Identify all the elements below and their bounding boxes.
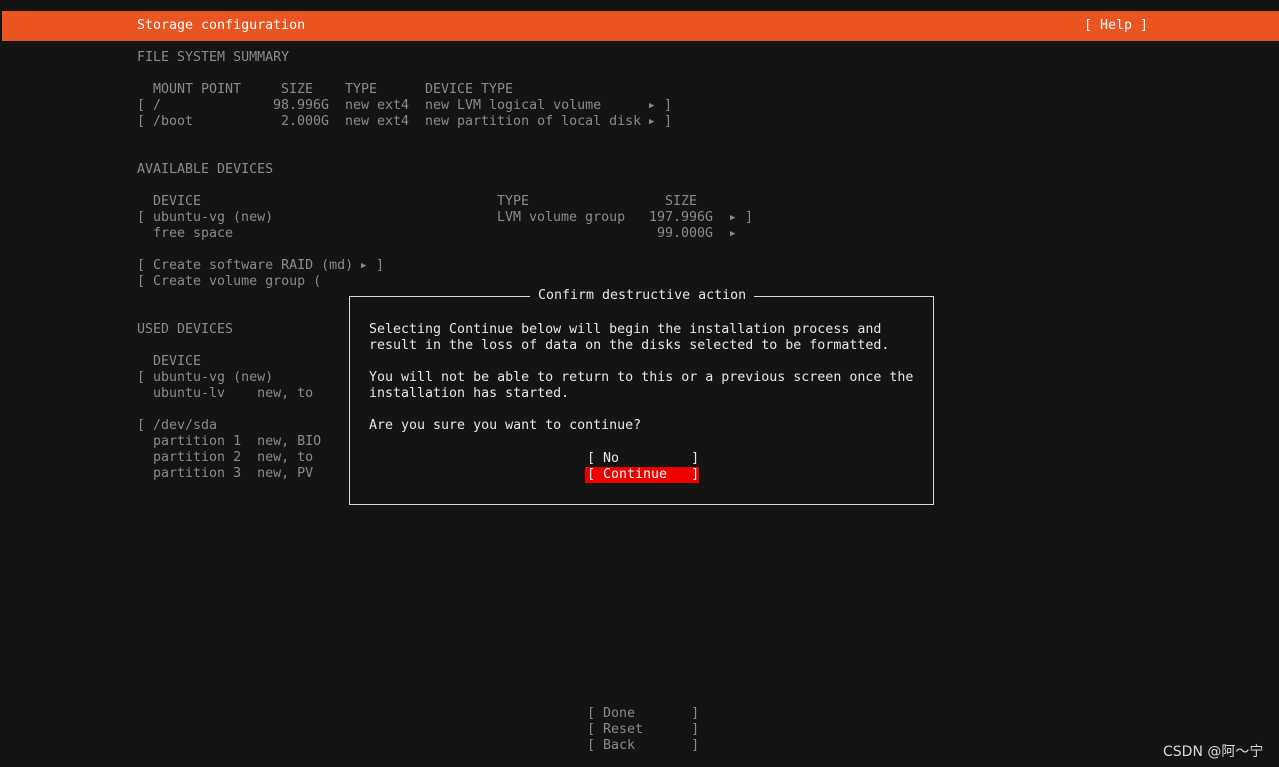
fs-type: new ext4 (345, 98, 410, 113)
col-type: TYPE (345, 82, 378, 97)
used-row-partition-1[interactable]: partition 1 new, BIO (137, 434, 321, 450)
dialog-title: Confirm destructive action (530, 288, 755, 304)
triangle-right-icon: ▶ (730, 213, 736, 223)
col-device: DEVICE (153, 354, 202, 369)
triangle-right-icon: ▶ (649, 101, 655, 111)
dialog-message-line: Selecting Continue below will begin the … (369, 322, 882, 337)
page-title: Storage configuration (137, 18, 306, 33)
create-raid-label: [ Create software RAID (md) (137, 258, 362, 273)
continue-button[interactable]: [ Continue ] (585, 467, 699, 483)
size: 98.996G (273, 98, 330, 113)
device-size: 197.996G (649, 210, 714, 225)
device-type: new partition of local disk (425, 114, 642, 129)
device-name: free space (153, 226, 234, 241)
row-open-bracket: [ (137, 114, 146, 129)
watermark: CSDN @阿～宁 (1163, 744, 1264, 760)
col-size: SIZE (281, 82, 314, 97)
row-open-bracket: [ (137, 98, 146, 113)
device-type: LVM volume group (497, 210, 626, 225)
done-button[interactable]: [ Done ] (587, 706, 699, 722)
available-heading: AVAILABLE DEVICES (137, 162, 274, 177)
help-button[interactable]: [ Help ] (1084, 18, 1148, 33)
fs-summary-heading: FILE SYSTEM SUMMARY (137, 50, 290, 65)
no-button[interactable]: [ No ] (587, 451, 699, 467)
row-close-bracket: ] (376, 258, 385, 273)
device-size: 99.000G (657, 226, 714, 241)
mount-point: /boot (153, 114, 194, 129)
col-size: SIZE (665, 194, 698, 209)
row-close-bracket: ] (664, 114, 673, 129)
used-heading: USED DEVICES (137, 322, 234, 337)
dialog-question: Are you sure you want to continue? (369, 418, 642, 433)
used-row-ubuntu-vg[interactable]: [ ubuntu-vg (new) (137, 370, 273, 386)
used-row-partition-2[interactable]: partition 2 new, to (137, 450, 313, 466)
col-type: TYPE (497, 194, 530, 209)
triangle-right-icon: ▶ (730, 229, 736, 239)
reset-button[interactable]: [ Reset ] (587, 722, 699, 738)
mount-point: / (153, 98, 162, 113)
back-button[interactable]: [ Back ] (587, 738, 699, 754)
used-row-partition-3[interactable]: partition 3 new, PV (137, 466, 313, 482)
dialog-message-line: You will not be able to return to this o… (369, 370, 914, 385)
device-type: new LVM logical volume (425, 98, 602, 113)
size: 2.000G (281, 114, 330, 129)
col-device: DEVICE (153, 194, 202, 209)
dialog-message-line: result in the loss of data on the disks … (369, 338, 890, 353)
row-close-bracket: ] (745, 210, 754, 225)
triangle-right-icon: ▶ (649, 117, 655, 127)
row-close-bracket: ] (664, 98, 673, 113)
dialog-message-line: installation has started. (369, 386, 570, 401)
used-row-ubuntu-lv[interactable]: ubuntu-lv new, to (137, 386, 313, 402)
device-name: ubuntu-vg (new) (153, 210, 274, 225)
used-row-dev-sda[interactable]: [ /dev/sda (137, 418, 217, 434)
triangle-right-icon: ▶ (361, 261, 367, 271)
fs-type: new ext4 (345, 114, 410, 129)
row-open-bracket: [ (137, 210, 146, 225)
title-bar: Storage configuration [ Help ] (2, 11, 1279, 41)
col-mount-point: MOUNT POINT (153, 82, 242, 97)
col-device-type: DEVICE TYPE (425, 82, 514, 97)
create-volume-group-button[interactable]: [ Create volume group ( (137, 274, 321, 290)
confirm-dialog: Confirm destructive action Selecting Con… (349, 288, 934, 505)
